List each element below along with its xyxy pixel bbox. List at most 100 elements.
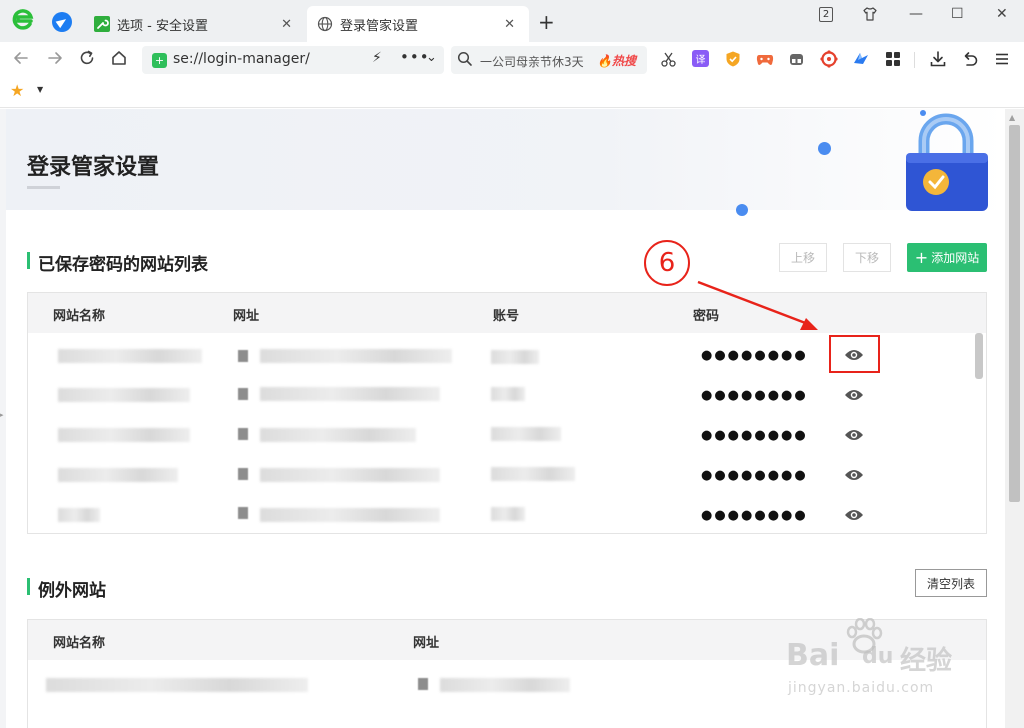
gamepad-icon[interactable]	[756, 51, 774, 67]
annotation-highlight-box	[829, 335, 880, 373]
download-icon[interactable]	[929, 50, 947, 68]
menu-icon[interactable]	[994, 51, 1010, 67]
tab-close-icon[interactable]: ✕	[504, 17, 515, 32]
hot-search-label[interactable]: 🔥热搜	[597, 52, 636, 69]
show-password-eye-icon[interactable]	[844, 388, 864, 402]
chevron-down-icon[interactable]: ⌄	[426, 50, 437, 65]
clear-list-button[interactable]: 清空列表	[915, 569, 987, 597]
redacted-site-name	[58, 428, 190, 442]
address-url[interactable]: se://login-manager/	[173, 51, 310, 67]
translate-icon[interactable]: 译	[692, 50, 709, 67]
site-favicon	[238, 428, 248, 440]
capsule-icon[interactable]	[788, 51, 805, 68]
reload-icon[interactable]	[78, 49, 96, 67]
new-tab-button[interactable]: +	[538, 10, 555, 34]
title-underline	[27, 186, 60, 189]
side-handle-icon[interactable]: ▸	[0, 411, 4, 419]
page-header-banner: 登录管家设置	[6, 109, 1005, 216]
show-password-eye-icon[interactable]	[844, 508, 864, 522]
exception-sites-section-title: 例外网站	[27, 576, 106, 601]
decor-dot	[736, 204, 748, 216]
site-favicon	[238, 388, 248, 400]
move-down-button[interactable]: 下移	[843, 243, 891, 272]
caret-down-icon[interactable]: ▼	[37, 85, 43, 94]
redacted-site-name	[46, 678, 308, 692]
table-header: 网站名称 网址 账号 密码	[28, 293, 986, 333]
bookmark-bar: ★ ▼	[0, 76, 1024, 108]
column-header: 账号	[493, 309, 520, 324]
lightning-icon[interactable]: ⚡	[372, 50, 382, 66]
shield-ext-icon[interactable]	[724, 50, 742, 68]
site-favicon	[238, 507, 248, 519]
tab-label: 登录管家设置	[340, 18, 419, 34]
table-row[interactable]: ●●●●●●●●	[28, 376, 986, 416]
site-favicon	[238, 350, 248, 362]
wrench-icon	[94, 16, 110, 32]
table-row[interactable]: ●●●●●●●●	[28, 496, 986, 533]
tab-label: 选项 - 安全设置	[117, 18, 208, 34]
search-box[interactable]: 一公司母亲节休3天 🔥热搜	[451, 46, 647, 74]
column-header: 网站名称	[53, 309, 106, 324]
watermark-brand: Bai	[786, 638, 840, 673]
redacted-url	[440, 678, 570, 692]
search-icon	[457, 51, 472, 66]
saved-sites-section-title: 已保存密码的网站列表	[27, 250, 208, 275]
redacted-account	[491, 507, 525, 521]
address-bar[interactable]: + se://login-manager/ ⚡ ••• ⌄	[142, 46, 444, 74]
shirt-skin-icon[interactable]	[862, 6, 878, 22]
annotation-step-number: 6	[644, 240, 690, 286]
move-up-button[interactable]: 上移	[779, 243, 827, 272]
scroll-up-arrow-icon[interactable]: ▲	[1009, 113, 1015, 122]
table-row[interactable]: ●●●●●●●●	[28, 456, 986, 496]
minimize-button[interactable]: —	[909, 6, 923, 22]
flame-icon: 🔥	[597, 54, 612, 68]
pinned-tab-icon[interactable]	[52, 12, 72, 32]
back-arrow-icon[interactable]	[12, 49, 30, 67]
plus-icon: +	[914, 247, 929, 267]
table-scrollbar[interactable]	[975, 333, 983, 379]
padlock-illustration-icon	[906, 113, 988, 211]
secure-shield-icon: +	[152, 53, 167, 68]
bookmark-star-icon[interactable]: ★	[10, 81, 24, 100]
search-input[interactable]: 一公司母亲节休3天	[480, 53, 590, 70]
password-mask: ●●●●●●●●	[701, 348, 808, 363]
browser-logo-icon[interactable]	[10, 8, 36, 34]
redacted-url	[260, 508, 440, 522]
wheel-icon[interactable]	[820, 50, 838, 68]
tab-count-badge[interactable]: 2	[819, 7, 833, 22]
redacted-url	[260, 468, 440, 482]
bird-icon[interactable]	[852, 51, 870, 67]
tab-login-manager[interactable]: 登录管家设置 ✕	[307, 6, 529, 42]
table-row[interactable]: ●●●●●●●●	[28, 416, 986, 456]
redacted-account	[491, 350, 539, 364]
home-icon[interactable]	[110, 49, 128, 67]
scissors-icon[interactable]	[660, 51, 677, 68]
show-password-eye-icon[interactable]	[844, 428, 864, 442]
page-scrollbar-thumb[interactable]	[1009, 125, 1020, 502]
tab-security-settings[interactable]: 选项 - 安全设置 ✕	[84, 6, 306, 42]
maximize-button[interactable]: ☐	[951, 6, 964, 22]
column-header: 网址	[413, 636, 440, 651]
undo-icon[interactable]	[961, 50, 979, 68]
column-header: 网址	[233, 309, 260, 324]
show-password-eye-icon[interactable]	[844, 468, 864, 482]
redacted-site-name	[58, 508, 100, 522]
tab-close-icon[interactable]: ✕	[281, 17, 292, 32]
grid-apps-icon[interactable]	[885, 51, 901, 67]
forward-arrow-icon[interactable]	[46, 49, 64, 67]
saved-sites-table: 网站名称 网址 账号 密码 ●●●●●●●● ●●●●●●●● ●●●●●●●●…	[27, 292, 987, 534]
watermark-brand-suffix: du	[862, 644, 894, 669]
decor-dot	[818, 142, 831, 155]
column-header: 密码	[693, 309, 720, 324]
password-mask: ●●●●●●●●	[701, 508, 808, 523]
redacted-site-name	[58, 388, 190, 402]
redacted-url	[260, 387, 440, 401]
redacted-site-name	[58, 349, 202, 363]
browser-tab-bar: 选项 - 安全设置 ✕ 登录管家设置 ✕ + 2 — ☐ ✕	[0, 0, 1024, 42]
redacted-site-name	[58, 468, 178, 482]
close-window-button[interactable]: ✕	[996, 6, 1008, 22]
add-site-button[interactable]: + 添加网站	[907, 243, 987, 272]
globe-icon	[317, 16, 333, 32]
site-favicon	[238, 468, 248, 480]
browser-toolbar: + se://login-manager/ ⚡ ••• ⌄ 一公司母亲节休3天 …	[0, 42, 1024, 76]
